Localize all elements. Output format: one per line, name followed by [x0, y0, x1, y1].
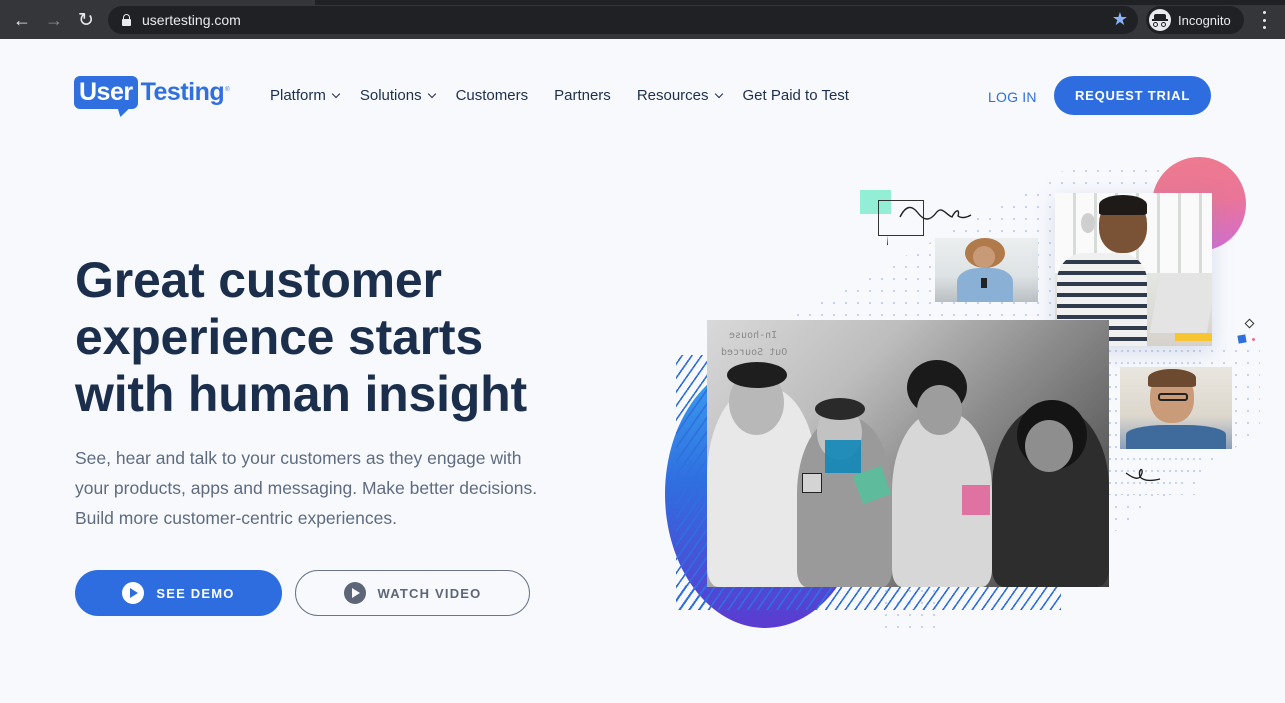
url-text[interactable]: usertesting.com	[142, 12, 241, 28]
reload-button[interactable]: ↻	[76, 10, 96, 30]
logo-user-badge: User	[74, 76, 138, 109]
incognito-label: Incognito	[1178, 13, 1231, 28]
nav-item-label: Resources	[636, 87, 709, 104]
usertesting-logo[interactable]: User Testing ®	[74, 76, 230, 116]
arrow-right-icon: →	[45, 10, 63, 30]
incognito-profile-button[interactable]: Incognito	[1146, 6, 1244, 34]
play-icon	[122, 582, 145, 604]
nav-item-label: Platform	[270, 87, 326, 104]
overlay-text: In-house	[729, 330, 778, 341]
nav-item-label: Partners	[554, 87, 611, 104]
chevron-down-icon	[714, 89, 723, 99]
main-nav: Platform Solutions Customers Partners Re…	[270, 87, 875, 104]
nav-item-label: Solutions	[359, 87, 422, 104]
reload-icon: ↻	[78, 9, 94, 31]
arrow-left-icon: ←	[13, 10, 31, 30]
nav-item-partners[interactable]: Partners	[554, 87, 611, 104]
see-demo-label: SEE DEMO	[156, 585, 235, 601]
login-link[interactable]: LOG IN	[988, 89, 1037, 105]
play-icon	[343, 582, 366, 604]
hero-headline: Great customer experience starts with hu…	[75, 252, 635, 423]
pink-dot	[1252, 338, 1255, 341]
nav-item-solutions[interactable]: Solutions	[359, 87, 436, 104]
headline-line: Great customer	[75, 252, 442, 308]
chevron-down-icon	[331, 89, 341, 99]
nav-item-get-paid-to-test[interactable]: Get Paid to Test	[743, 87, 849, 104]
incognito-icon	[1149, 9, 1171, 31]
hero-subtext: See, hear and talk to your customers as …	[75, 448, 538, 528]
photo-team-at-whiteboard: In-house Out Sourced	[707, 320, 1109, 587]
logo-testing-text: Testing	[140, 78, 225, 106]
headline-line: with human insight	[75, 366, 527, 422]
nav-item-platform[interactable]: Platform	[270, 87, 341, 104]
registered-mark: ®	[225, 87, 230, 93]
nav-item-resources[interactable]: Resources	[636, 87, 723, 104]
blue-square	[1237, 334, 1247, 344]
watch-video-button[interactable]: WATCH VIDEO	[295, 570, 530, 616]
forward-button[interactable]: →	[44, 10, 64, 30]
nav-item-customers[interactable]: Customers	[456, 87, 529, 104]
chevron-down-icon	[427, 89, 436, 99]
nav-item-label: Get Paid to Test	[742, 87, 849, 104]
star-icon[interactable]: ★	[1112, 9, 1128, 30]
overlay-text: Out Sourced	[721, 347, 788, 358]
nav-item-label: Customers	[455, 87, 529, 104]
watch-video-label: WATCH VIDEO	[377, 585, 482, 601]
photo-woman-with-phone	[935, 238, 1038, 302]
sticky-note-pink	[962, 485, 990, 515]
diagonal-stripes	[676, 355, 710, 610]
photo-man-with-headset	[1120, 367, 1232, 449]
note-icon	[802, 473, 822, 493]
address-bar[interactable]: usertesting.com ★	[108, 6, 1138, 34]
lock-icon[interactable]	[122, 14, 131, 26]
sticky-note-blue	[825, 440, 861, 473]
active-tab[interactable]	[0, 0, 315, 5]
kebab-menu-icon[interactable]	[1259, 11, 1269, 29]
squiggle-line	[1125, 468, 1161, 482]
diagonal-stripes	[676, 585, 1061, 610]
see-demo-button[interactable]: SEE DEMO	[75, 570, 282, 616]
request-trial-button[interactable]: REQUEST TRIAL	[1054, 76, 1211, 115]
headline-line: experience starts	[75, 309, 483, 365]
diamond-shape	[1244, 318, 1255, 329]
back-button[interactable]: ←	[12, 10, 32, 30]
browser-toolbar: ← → ↻ usertesting.com ★ Incognito	[0, 0, 1285, 39]
squiggle-line	[899, 206, 972, 220]
hero-illustration: In-house Out Sourced	[660, 145, 1285, 645]
tab-strip	[0, 0, 1285, 5]
